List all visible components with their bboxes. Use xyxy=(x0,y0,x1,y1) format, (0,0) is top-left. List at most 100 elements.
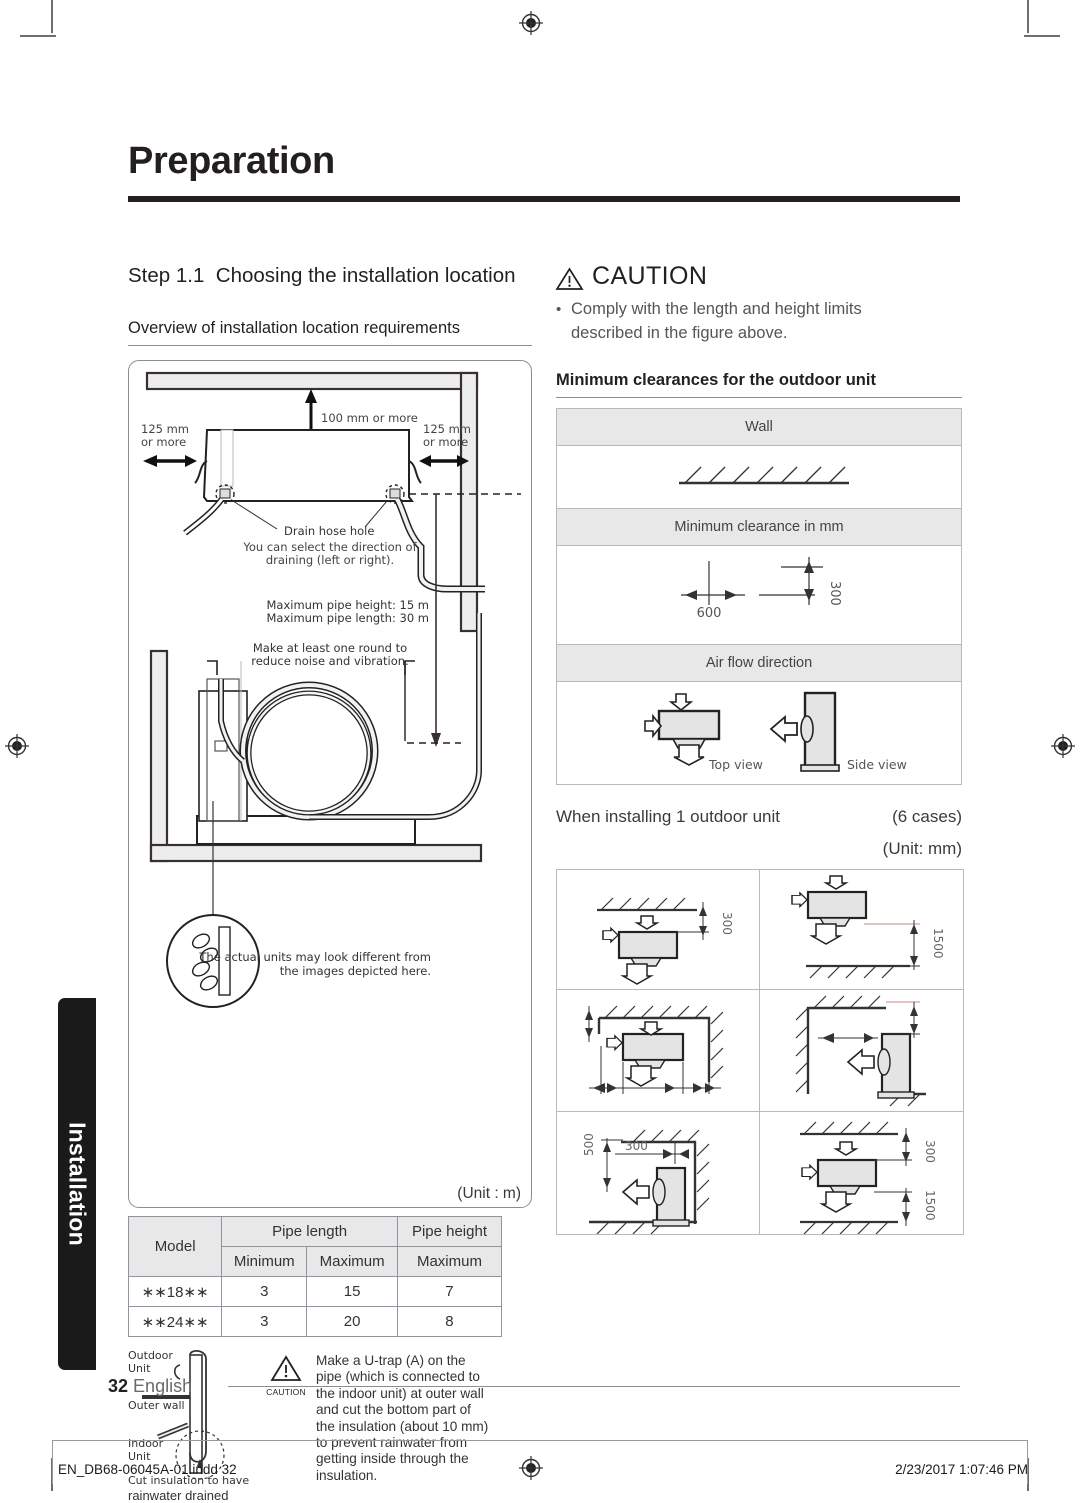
wall-illustration-cell xyxy=(556,445,962,509)
case-2-diagram: 1500 xyxy=(791,875,945,979)
page-footer-number: 32 English xyxy=(108,1376,192,1397)
caution-text: Comply with the length and height limits… xyxy=(571,298,862,345)
one-unit-heading-row: When installing 1 outdoor unit (6 cases) xyxy=(556,807,962,827)
case-1-diagram: 300 xyxy=(597,897,734,985)
title-divider xyxy=(128,196,960,202)
dim-300-label: 300 xyxy=(827,581,842,606)
section-tab-label: Installation xyxy=(64,1122,91,1246)
step-title: Choosing the installation location xyxy=(215,264,516,287)
label-outer-wall: Outer wall xyxy=(128,1399,185,1412)
cell-len-min: 3 xyxy=(221,1306,308,1337)
col-len-min: Minimum xyxy=(221,1246,308,1277)
print-timestamp: 2/23/2017 1:07:46 PM xyxy=(895,1462,1028,1477)
table-row: Air flow direction xyxy=(556,644,962,682)
right-column: CAUTION • Comply with the length and hei… xyxy=(555,262,964,1235)
print-footer-divider xyxy=(52,1440,1028,1441)
utrap-text-line: Make a U-trap (A) on the xyxy=(316,1353,466,1368)
svg-text:100 mm or more: 100 mm or more xyxy=(321,411,418,425)
warning-triangle-icon xyxy=(270,1355,302,1381)
utrap-caption-l2: rainwater drained xyxy=(128,1488,229,1503)
installation-diagram-svg: 100 mm or more 125 mm or more 125 mm or … xyxy=(141,371,521,1008)
caution-label: CAUTION xyxy=(592,262,708,290)
registration-mark-top xyxy=(518,10,544,36)
case-5-dim-300: 300 xyxy=(625,1139,648,1153)
label-indoor-l1: Indoor xyxy=(128,1437,164,1450)
utrap-text: Make a U-trap (A) on the pipe (which is … xyxy=(316,1347,532,1503)
crop-mark-tr-h xyxy=(1024,35,1060,37)
svg-text:Maximum pipe length: 30 m: Maximum pipe length: 30 m xyxy=(266,611,429,625)
case-3 xyxy=(557,990,760,1112)
utrap-text-line: getting inside through the xyxy=(316,1451,469,1467)
registration-mark-left xyxy=(4,733,30,759)
table-row: Top view Side view xyxy=(556,681,962,785)
air-flow-cell: Top view Side view xyxy=(556,681,962,785)
step-heading: Step 1.1 Choosing the installation locat… xyxy=(128,262,532,289)
case-6-diagram: 300 1500 xyxy=(800,1121,937,1234)
svg-text:The actual units may look diff: The actual units may look different from xyxy=(198,950,431,964)
clearance-dimension-icon: 600 300 xyxy=(681,557,842,621)
table-row: Wall xyxy=(556,408,962,446)
case-4-diagram xyxy=(795,995,926,1107)
svg-text:draining (left or right).: draining (left or right). xyxy=(266,553,394,567)
manual-page: Preparation Installation Step 1.1 Choosi… xyxy=(0,0,1080,1503)
step-number: Step 1.1 xyxy=(128,264,205,287)
row-label-wall: Wall xyxy=(556,408,962,446)
svg-text:or more: or more xyxy=(141,435,186,449)
case-1: 300 xyxy=(557,870,760,990)
col-len-max: Maximum xyxy=(306,1246,398,1277)
table-row: 600 300 xyxy=(556,545,962,645)
svg-text:Maximum pipe height: 15 m: Maximum pipe height: 15 m xyxy=(266,598,429,612)
caution-heading: CAUTION xyxy=(555,262,962,291)
one-unit-heading: When installing 1 outdoor unit xyxy=(556,807,780,826)
caution-body: • Comply with the length and height limi… xyxy=(556,298,962,345)
case-3-diagram xyxy=(585,1005,724,1094)
overview-divider xyxy=(128,345,532,346)
unit-label-left: (Unit : m) xyxy=(457,1185,521,1202)
caution-icon-label: CAUTION xyxy=(266,1387,306,1397)
clearance-dims-cell: 600 300 xyxy=(556,545,962,645)
dim-600-label: 600 xyxy=(697,606,722,621)
page-language: English xyxy=(133,1376,193,1396)
installation-figure: 100 mm or more 125 mm or more 125 mm or … xyxy=(128,360,532,1208)
registration-mark-right xyxy=(1050,733,1076,759)
utrap-text-line: and cut the bottom part of xyxy=(316,1402,471,1418)
case-6-dim-1500: 1500 xyxy=(923,1190,937,1221)
crop-mark-tl-v xyxy=(51,0,53,33)
caution-bullet: • xyxy=(556,301,562,318)
utrap-text-line: pipe (which is connected to xyxy=(316,1369,480,1385)
case-5-dim-500: 500 xyxy=(582,1133,596,1156)
case-6-dim-300: 300 xyxy=(923,1140,937,1163)
row-label-min-clearance: Minimum clearance in mm xyxy=(556,508,962,546)
case-2: 1500 xyxy=(760,870,963,990)
caution-text-line: described in the figure above. xyxy=(571,323,788,342)
caution-text-line: Comply with the length and height limits xyxy=(571,300,862,318)
overview-heading: Overview of installation location requir… xyxy=(128,319,460,337)
label-outdoor-l2: Unit xyxy=(128,1362,151,1375)
svg-text:the images depicted here.: the images depicted here. xyxy=(280,964,431,978)
page-number: 32 xyxy=(108,1376,129,1396)
case-2-dim-1500: 1500 xyxy=(931,928,945,959)
cell-height-max: 7 xyxy=(396,1276,503,1307)
min-clearance-heading: Minimum clearances for the outdoor unit xyxy=(556,371,876,389)
utrap-text-line: the indoor unit) at outer wall xyxy=(316,1385,484,1401)
label-outdoor-l1: Outdoor xyxy=(128,1349,173,1362)
svg-text:125 mm: 125 mm xyxy=(141,422,189,436)
left-column: Step 1.1 Choosing the installation locat… xyxy=(127,262,532,1503)
svg-text:You can select the direction o: You can select the direction of xyxy=(242,540,417,554)
installation-cases-grid: 300 1500 500 300 300 1500 xyxy=(556,869,964,1235)
col-pipe-length: Pipe length xyxy=(221,1216,398,1247)
utrap-text-line: to prevent rainwater from xyxy=(316,1435,468,1451)
section-tab-installation: Installation xyxy=(58,998,96,1370)
table-header-row-1: Model Pipe length Pipe height xyxy=(127,1216,503,1277)
page-footer-divider xyxy=(228,1386,960,1387)
pipe-spec-table: Model Pipe length Pipe height Minimum Ma… xyxy=(127,1216,503,1337)
case-5-diagram: 500 300 xyxy=(582,1129,710,1234)
side-view-label: Side view xyxy=(847,757,907,772)
case-5: 500 300 xyxy=(557,1112,760,1234)
min-clearance-divider xyxy=(556,397,962,398)
table-row: ∗∗18∗∗ 3 15 7 xyxy=(127,1276,503,1307)
air-flow-icon: Top view Side view xyxy=(644,691,907,772)
cell-len-max: 20 xyxy=(306,1306,398,1337)
svg-text:reduce noise and vibration.: reduce noise and vibration. xyxy=(251,654,409,668)
col-model: Model xyxy=(127,1216,223,1277)
